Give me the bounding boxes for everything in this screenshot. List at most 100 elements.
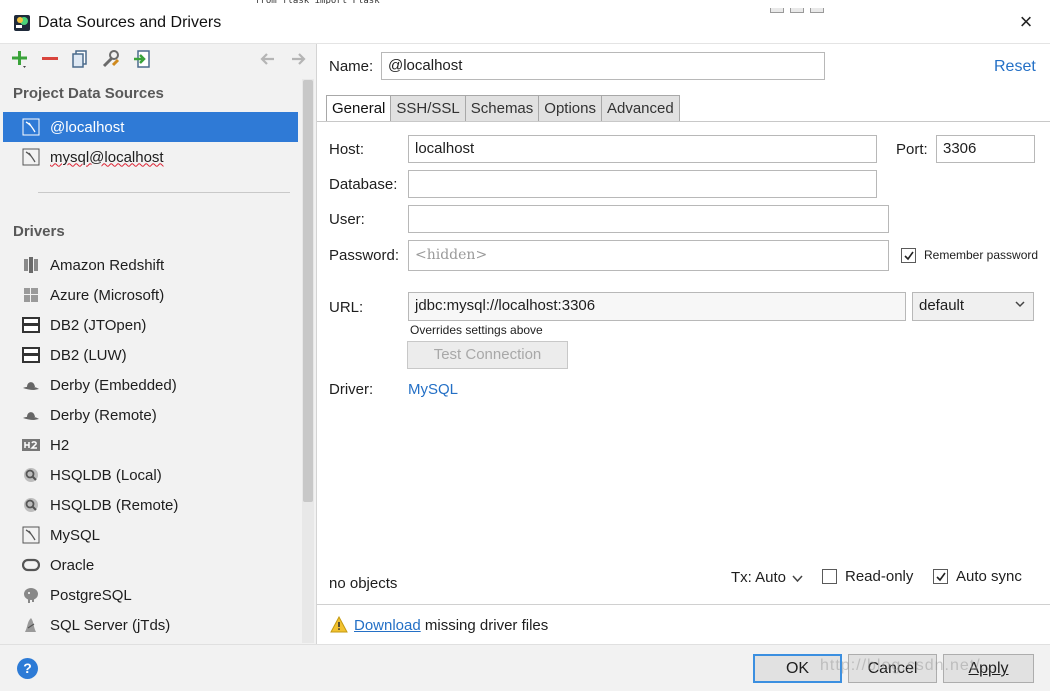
hsqldb-icon	[21, 465, 41, 485]
mysql-dolphin-icon	[21, 117, 41, 137]
url-hint: Overrides settings above	[410, 323, 543, 337]
import-icon[interactable]	[131, 48, 153, 70]
test-connection-button[interactable]: Test Connection	[407, 341, 568, 369]
watermark: http://blog.csdn.net/...	[820, 657, 997, 674]
port-field[interactable]: 3306	[936, 135, 1035, 163]
sqlserver-icon	[21, 615, 41, 635]
transaction-mode-dropdown[interactable]: Tx: Auto	[731, 569, 803, 586]
driver-label: H2	[50, 436, 70, 454]
driver-item-derby-remote[interactable]: Derby (Remote)	[3, 400, 298, 430]
url-label: URL:	[329, 299, 364, 316]
driver-item-derby-embedded[interactable]: Derby (Embedded)	[3, 370, 298, 400]
data-source-label: @localhost	[50, 118, 125, 136]
read-only-checkbox[interactable]	[822, 569, 837, 584]
driver-label: SQL Server (jTds)	[50, 616, 171, 634]
driver-item-db2-luw[interactable]: DB2 (LUW)	[3, 340, 298, 370]
driver-label: Oracle	[50, 556, 95, 574]
driver-label: PostgreSQL	[50, 586, 132, 604]
remember-password-checkbox[interactable]	[901, 248, 916, 263]
missing-driver-warning: Download missing driver files	[354, 617, 548, 634]
settings-tabs: General SSH/SSL Schemas Options Advanced	[326, 95, 680, 122]
ibm-db2-icon	[21, 345, 41, 365]
driver-item-oracle[interactable]: Oracle	[3, 550, 298, 580]
user-label: User:	[329, 211, 365, 228]
download-driver-link[interactable]: Download	[354, 617, 421, 634]
driver-item-sqlserver-jtds[interactable]: SQL Server (jTds)	[3, 610, 298, 640]
tab-advanced[interactable]: Advanced	[601, 95, 680, 122]
ibm-db2-icon	[21, 315, 41, 335]
objects-status: no objects	[329, 575, 398, 592]
derby-hat-icon	[21, 375, 41, 395]
warning-divider	[317, 604, 1050, 605]
host-field[interactable]: localhost	[408, 135, 877, 163]
driver-label: Derby (Embedded)	[50, 376, 177, 394]
pycharm-app-icon	[14, 15, 30, 31]
name-label: Name:	[329, 58, 374, 75]
name-field[interactable]: @localhost	[381, 52, 825, 80]
remember-password-label: Remember password	[924, 248, 1039, 262]
duplicate-icon[interactable]	[69, 48, 91, 70]
driver-link[interactable]: MySQL	[408, 381, 458, 398]
left-panel: Project Data Sources @localhost mysql@lo…	[0, 44, 317, 644]
reset-link[interactable]: Reset	[994, 58, 1036, 76]
background-code-strip: from flask import Flask	[255, 0, 455, 4]
driver-label: Driver:	[329, 381, 374, 398]
database-label: Database:	[329, 176, 398, 193]
warning-icon	[330, 616, 348, 633]
tab-general[interactable]: General	[326, 95, 392, 122]
drivers-heading: Drivers	[13, 223, 65, 240]
driver-label: DB2 (JTOpen)	[50, 316, 147, 334]
oracle-icon	[21, 555, 41, 575]
background-toolbar-strip	[770, 0, 970, 13]
driver-label: Derby (Remote)	[50, 406, 157, 424]
driver-item-h2[interactable]: H2	[3, 430, 298, 460]
host-label: Host:	[329, 141, 365, 158]
forward-arrow-icon[interactable]	[287, 48, 309, 70]
tab-ssh-ssl[interactable]: SSH/SSL	[391, 95, 466, 122]
port-label: Port:	[896, 141, 928, 158]
section-divider	[38, 192, 290, 193]
driver-label: HSQLDB (Remote)	[50, 496, 179, 514]
h2-icon	[21, 435, 41, 455]
driver-item-azure[interactable]: Azure (Microsoft)	[3, 280, 298, 310]
tab-schemas[interactable]: Schemas	[465, 95, 540, 122]
data-source-item-localhost[interactable]: @localhost	[3, 112, 298, 142]
url-mode-dropdown[interactable]: default	[912, 292, 1034, 321]
driver-item-hsqldb-local[interactable]: HSQLDB (Local)	[3, 460, 298, 490]
chevron-down-icon	[792, 575, 803, 582]
redshift-icon	[21, 255, 41, 275]
tab-underline	[317, 121, 1050, 122]
user-field[interactable]	[408, 205, 889, 233]
remove-icon[interactable]	[39, 48, 61, 70]
driver-label: HSQLDB (Local)	[50, 466, 162, 484]
url-field[interactable]: jdbc:mysql://localhost:3306	[408, 292, 906, 321]
tab-options[interactable]: Options	[539, 95, 602, 122]
driver-item-amazon-redshift[interactable]: Amazon Redshift	[3, 250, 298, 280]
read-only-label: Read-only	[845, 568, 914, 585]
data-source-item-mysql-localhost[interactable]: mysql@localhost	[3, 142, 298, 172]
password-label: Password:	[329, 247, 400, 264]
database-field[interactable]	[408, 170, 877, 198]
mysql-dolphin-icon	[21, 147, 41, 167]
postgresql-elephant-icon	[21, 585, 41, 605]
help-icon[interactable]: ?	[17, 658, 38, 679]
derby-hat-icon	[21, 405, 41, 425]
driver-label: Azure (Microsoft)	[50, 286, 165, 304]
hsqldb-icon	[21, 495, 41, 515]
driver-list-scrollbar-thumb[interactable]	[303, 80, 313, 502]
driver-item-mysql[interactable]: MySQL	[3, 520, 298, 550]
close-icon[interactable]: ×	[1014, 11, 1038, 35]
auto-sync-checkbox[interactable]	[933, 569, 948, 584]
driver-item-db2-jtopen[interactable]: DB2 (JTOpen)	[3, 310, 298, 340]
title-bar: from flask import Flask Data Sources and…	[0, 0, 1050, 44]
driver-label: Amazon Redshift	[50, 256, 165, 274]
add-icon[interactable]	[9, 48, 31, 70]
window-title: Data Sources and Drivers	[38, 14, 222, 31]
driver-settings-icon[interactable]	[100, 48, 122, 70]
password-field[interactable]: <hidden>	[408, 240, 889, 271]
missing-driver-text: missing driver files	[424, 617, 549, 634]
driver-item-hsqldb-remote[interactable]: HSQLDB (Remote)	[3, 490, 298, 520]
back-arrow-icon[interactable]	[257, 48, 279, 70]
windows-icon	[21, 285, 41, 305]
driver-item-postgresql[interactable]: PostgreSQL	[3, 580, 298, 610]
